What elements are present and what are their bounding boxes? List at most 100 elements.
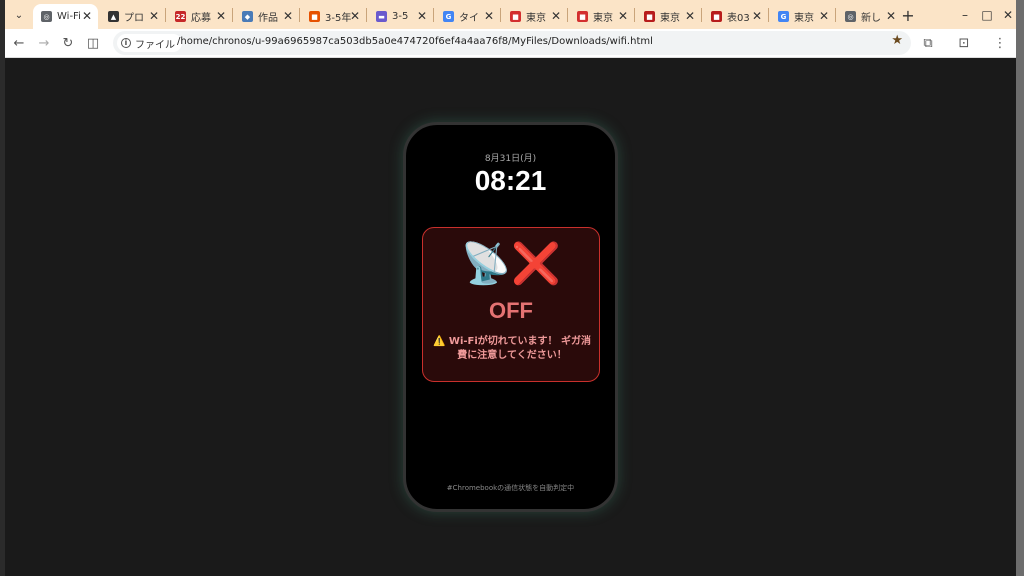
tab-7[interactable]: ■ 東京 ✕	[502, 4, 567, 29]
tab-title: 新し	[861, 13, 881, 24]
maximize-button[interactable]: □	[977, 5, 997, 25]
tab-close-icon[interactable]: ✕	[618, 9, 628, 23]
tab-close-icon[interactable]: ✕	[484, 9, 494, 23]
tab-separator	[299, 8, 300, 22]
site-info-chip[interactable]: i ファイル	[117, 34, 182, 52]
menu-button[interactable]: ⋮	[990, 33, 1010, 53]
tab-favicon-icon: ■	[309, 11, 320, 22]
clock-time: 08:21	[474, 165, 547, 196]
tab-separator	[232, 8, 233, 22]
back-arrow-icon: ←	[13, 35, 25, 51]
bookmark-star-button[interactable]: ★	[891, 33, 903, 48]
minimize-button[interactable]: –	[955, 5, 975, 25]
browser-window: ⌄ ◎ Wi-Fi ✕ ▲ プロ ✕ 22 応募 ✕ ◆ 作品 ✕ ■ 3-5年 ✕ ▬ 3-5 ✕ G タイ ✕ ■ 東京…	[5, 0, 1016, 576]
tab-5[interactable]: ▬ 3-5 ✕	[368, 4, 433, 29]
tab-8[interactable]: ■ 東京 ✕	[569, 4, 634, 29]
extensions-button[interactable]: ⧉	[918, 33, 938, 53]
status-icons: 📡❌	[423, 242, 599, 286]
tab-title: 東京	[526, 13, 546, 24]
desktop-edge	[1016, 0, 1024, 576]
satellite-dish-icon: 📡	[461, 241, 511, 287]
tab-separator	[768, 8, 769, 22]
browser-toolbar: ← → ↻ ◫ i ファイル /home/chronos/u-99a696598…	[5, 29, 1016, 58]
tab-separator	[634, 8, 635, 22]
tab-close-icon[interactable]: ✕	[350, 9, 360, 23]
minimize-icon: –	[962, 8, 968, 22]
tab-favicon-icon: ◆	[242, 11, 253, 22]
tab-12[interactable]: ◎ 新し ✕	[837, 4, 902, 29]
tab-separator	[366, 8, 367, 22]
tab-favicon-icon: 22	[175, 11, 186, 22]
footer-caption: #Chromebookの通信状態を自動判定中	[446, 484, 575, 492]
new-tab-button[interactable]: +	[898, 5, 918, 25]
split-view-icon: ◫	[86, 35, 100, 51]
tab-favicon-icon: ▲	[108, 11, 119, 22]
wifi-status-text: OFF	[489, 298, 533, 323]
tab-favicon-icon: ■	[644, 11, 655, 22]
tab-favicon-icon: ■	[711, 11, 722, 22]
tab-close-icon[interactable]: ✕	[551, 9, 561, 23]
tab-strip: ⌄ ◎ Wi-Fi ✕ ▲ プロ ✕ 22 応募 ✕ ◆ 作品 ✕ ■ 3-5年 ✕ ▬ 3-5 ✕ G タイ ✕ ■ 東京…	[5, 0, 1016, 29]
tab-close-icon[interactable]: ✕	[417, 9, 427, 23]
tab-title: 表03	[727, 13, 750, 24]
tab-close-icon[interactable]: ✕	[283, 9, 293, 23]
tab-close-icon[interactable]: ✕	[752, 9, 762, 23]
tab-title: 東京	[593, 13, 613, 24]
tab-title: 応募	[191, 13, 211, 24]
forward-arrow-icon: →	[38, 35, 50, 51]
forward-button[interactable]: →	[34, 33, 54, 53]
warning-message: ⚠️ Wi-Fiが切れています！ ギガ消費に注意してください！	[433, 336, 591, 361]
tab-separator	[165, 8, 166, 22]
tab-close-icon[interactable]: ✕	[685, 9, 695, 23]
back-button[interactable]: ←	[9, 33, 29, 53]
close-window-button[interactable]: ✕	[998, 5, 1018, 25]
chevron-down-icon: ⌄	[14, 9, 24, 21]
tab-separator	[567, 8, 568, 22]
reload-button[interactable]: ↻	[58, 33, 78, 53]
tab-0[interactable]: ◎ Wi-Fi ✕	[33, 4, 98, 29]
url-text[interactable]: /home/chronos/u-99a6965987ca503db5a0e474…	[177, 36, 653, 47]
tab-favicon-icon: ▬	[376, 11, 387, 22]
cross-mark-icon: ❌	[511, 241, 561, 287]
tab-3[interactable]: ◆ 作品 ✕	[234, 4, 299, 29]
puzzle-icon: ⧉	[923, 35, 933, 51]
site-info-label: ファイル	[135, 39, 175, 51]
tab-11[interactable]: G 東京 ✕	[770, 4, 835, 29]
info-icon: i	[121, 38, 131, 48]
screenshot-button[interactable]: ⊡	[954, 33, 974, 53]
page-viewport: 8月31日(月) 08:21 📡❌ OFF ⚠️ Wi-Fiが切れています！ ギ…	[5, 59, 1016, 576]
tab-10[interactable]: ■ 表03 ✕	[703, 4, 768, 29]
tab-title: 作品	[258, 13, 278, 24]
tab-separator	[701, 8, 702, 22]
tab-favicon-icon: G	[443, 11, 454, 22]
close-icon: ✕	[1002, 8, 1014, 22]
tab-close-icon[interactable]: ✕	[82, 9, 92, 23]
address-bar[interactable]: i ファイル /home/chronos/u-99a6965987ca503db…	[113, 31, 911, 55]
tab-title: プロ	[124, 13, 144, 24]
tab-9[interactable]: ■ 東京 ✕	[636, 4, 701, 29]
star-icon: ★	[891, 33, 903, 48]
split-view-button[interactable]: ◫	[83, 33, 103, 53]
plus-icon: +	[901, 5, 915, 25]
tab-separator	[433, 8, 434, 22]
tab-title: 東京	[794, 13, 814, 24]
tab-close-icon[interactable]: ✕	[149, 9, 159, 23]
tab-title: タイ	[459, 13, 479, 24]
tab-4[interactable]: ■ 3-5年 ✕	[301, 4, 366, 29]
tab-favicon-icon: ■	[510, 11, 521, 22]
tab-close-icon[interactable]: ✕	[216, 9, 226, 23]
tab-close-icon[interactable]: ✕	[886, 9, 896, 23]
tab-6[interactable]: G タイ ✕	[435, 4, 500, 29]
tab-close-icon[interactable]: ✕	[819, 9, 829, 23]
tab-title: Wi-Fi	[57, 11, 81, 22]
tab-favicon-icon: ◎	[845, 11, 856, 22]
tab-separator	[500, 8, 501, 22]
date-label: 8月31日(月)	[484, 154, 537, 164]
camera-icon: ⊡	[958, 35, 970, 51]
tab-1[interactable]: ▲ プロ ✕	[100, 4, 165, 29]
tab-search-button[interactable]: ⌄	[9, 5, 29, 25]
tab-2[interactable]: 22 応募 ✕	[167, 4, 232, 29]
wifi-status-card: 📡❌ OFF ⚠️ Wi-Fiが切れています！ ギガ消費に注意してください！	[422, 227, 600, 382]
maximize-icon: □	[981, 8, 993, 22]
tab-title: 3-5	[392, 11, 409, 22]
